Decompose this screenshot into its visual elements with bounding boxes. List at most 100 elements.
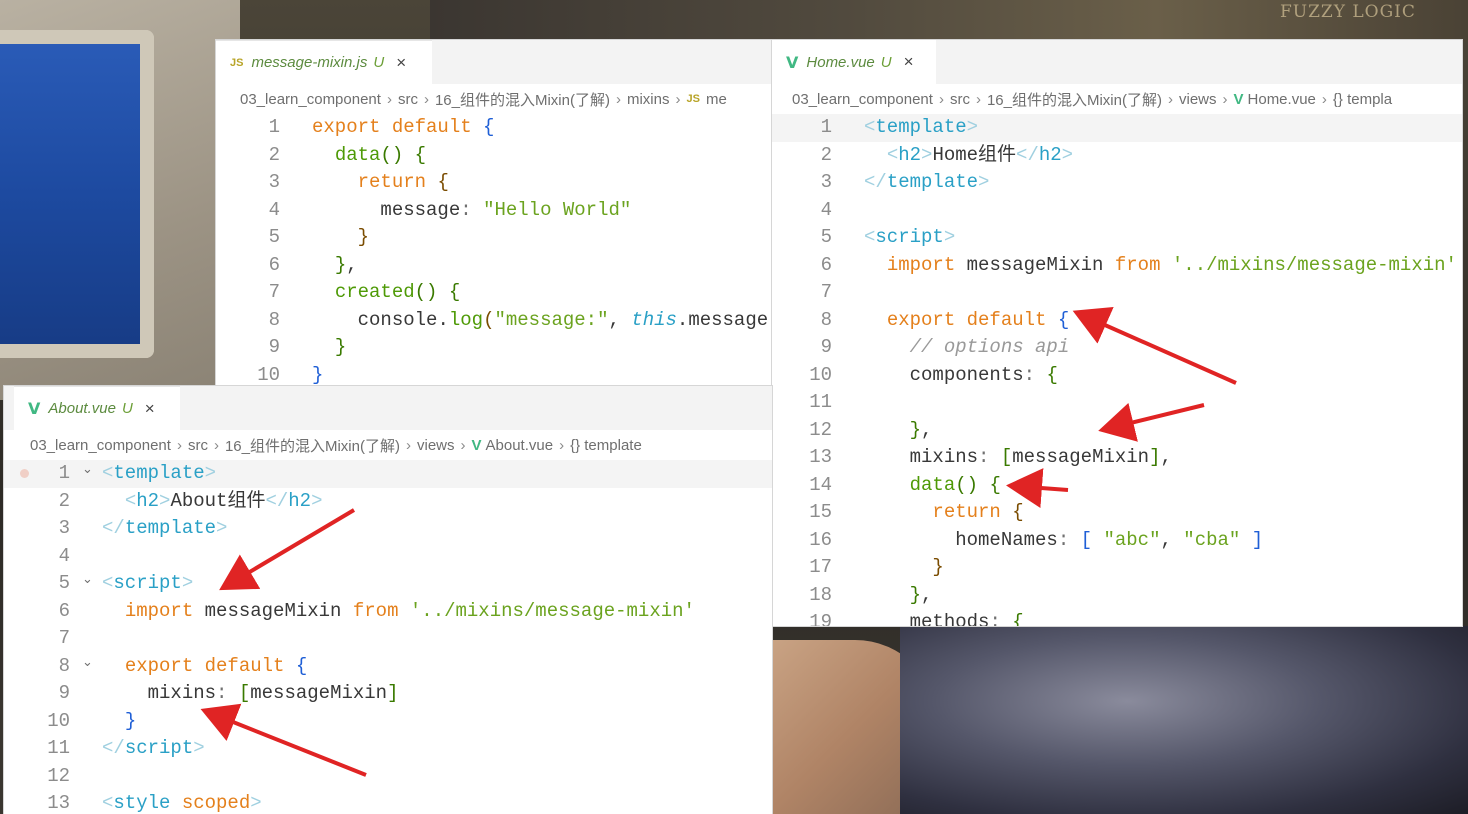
- code-text[interactable]: import messageMixin from '../mixins/mess…: [864, 252, 1457, 280]
- code-text[interactable]: mixins: [messageMixin]: [102, 680, 399, 708]
- code-text[interactable]: import messageMixin from '../mixins/mess…: [102, 598, 695, 626]
- code-text[interactable]: },: [864, 582, 933, 610]
- breadcrumb-item[interactable]: 03_learn_component: [240, 91, 381, 108]
- breadcrumb-item[interactable]: src: [950, 91, 970, 108]
- code-line[interactable]: 4: [4, 543, 772, 571]
- code-text[interactable]: mixins: [messageMixin],: [864, 444, 1172, 472]
- breadcrumb-item[interactable]: mixins: [627, 91, 670, 108]
- code-line[interactable]: 11: [772, 389, 1462, 417]
- code-line[interactable]: 3 </template>: [4, 515, 772, 543]
- code-text[interactable]: }: [312, 334, 346, 362]
- code-line[interactable]: 8 export default {: [772, 307, 1462, 335]
- tab-about-vue[interactable]: V About.vue U ×: [14, 386, 180, 430]
- code-line[interactable]: 7: [772, 279, 1462, 307]
- code-text[interactable]: }: [102, 708, 136, 736]
- code-text[interactable]: console.log("message:", this.message): [312, 307, 772, 335]
- code-text[interactable]: export default {: [102, 653, 307, 681]
- breadcrumb-item[interactable]: 03_learn_component: [792, 91, 933, 108]
- code-text[interactable]: return {: [312, 169, 449, 197]
- code-line[interactable]: 2 data() {: [216, 142, 772, 170]
- code-line[interactable]: 13 mixins: [messageMixin],: [772, 444, 1462, 472]
- code-text[interactable]: <h2>About组件</h2>: [102, 488, 323, 516]
- code-text[interactable]: return {: [864, 499, 1023, 527]
- code-editor[interactable]: 1 <template> 2 <h2>Home组件</h2> 3 </template>…: [772, 114, 1462, 626]
- code-line[interactable]: 7: [4, 625, 772, 653]
- breadcrumb-item[interactable]: me: [706, 91, 727, 108]
- tab-home-vue[interactable]: V Home.vue U ×: [772, 40, 936, 84]
- code-text[interactable]: created() {: [312, 279, 460, 307]
- code-text[interactable]: methods: {: [864, 609, 1024, 626]
- breadcrumb-item[interactable]: {} templa: [1333, 91, 1392, 108]
- code-line[interactable]: 6 },: [216, 252, 772, 280]
- code-editor[interactable]: 1 <template> 2 <h2>About组件</h2> 3 </template…: [4, 460, 772, 814]
- code-line[interactable]: 18 },: [772, 582, 1462, 610]
- code-line[interactable]: 12: [4, 763, 772, 791]
- code-text[interactable]: <script>: [102, 570, 193, 598]
- code-line[interactable]: 12 },: [772, 417, 1462, 445]
- code-line[interactable]: 5 <script>: [4, 570, 772, 598]
- code-line[interactable]: 9 mixins: [messageMixin]: [4, 680, 772, 708]
- code-line[interactable]: 10 }: [4, 708, 772, 736]
- tab-message-mixin[interactable]: JS message-mixin.js U ×: [216, 40, 432, 84]
- code-line[interactable]: 9 }: [216, 334, 772, 362]
- code-line[interactable]: 17 }: [772, 554, 1462, 582]
- close-icon[interactable]: ×: [904, 52, 914, 72]
- close-icon[interactable]: ×: [145, 399, 155, 419]
- code-text[interactable]: message: "Hello World": [312, 197, 631, 225]
- code-line[interactable]: 2 <h2>About组件</h2>: [4, 488, 772, 516]
- breadcrumb-item[interactable]: src: [188, 437, 208, 454]
- breakpoint-dot[interactable]: [20, 469, 29, 478]
- code-text[interactable]: <h2>Home组件</h2>: [864, 142, 1073, 170]
- fold-chevron-icon[interactable]: ⌄: [82, 572, 93, 587]
- code-text[interactable]: data() {: [864, 472, 1001, 500]
- code-line[interactable]: 2 <h2>Home组件</h2>: [772, 142, 1462, 170]
- breadcrumb-item[interactable]: src: [398, 91, 418, 108]
- code-line[interactable]: 10}: [216, 362, 772, 390]
- breadcrumb-item[interactable]: Home.vue: [1248, 91, 1316, 108]
- breadcrumb-item[interactable]: views: [1179, 91, 1217, 108]
- code-line[interactable]: 3 </template>: [772, 169, 1462, 197]
- code-line[interactable]: 8 console.log("message:", this.message): [216, 307, 772, 335]
- code-text[interactable]: }: [312, 224, 369, 252]
- code-text[interactable]: export default {: [864, 307, 1069, 335]
- code-text[interactable]: data() {: [312, 142, 426, 170]
- code-line[interactable]: 16 homeNames: [ "abc", "cba" ]: [772, 527, 1462, 555]
- code-text[interactable]: <template>: [864, 114, 978, 142]
- code-text[interactable]: </template>: [864, 169, 989, 197]
- breadcrumb-item[interactable]: views: [417, 437, 455, 454]
- breadcrumb-item[interactable]: 16_组件的混入Mixin(了解): [987, 89, 1162, 110]
- code-text[interactable]: },: [864, 417, 933, 445]
- code-line[interactable]: 8 export default {: [4, 653, 772, 681]
- code-text[interactable]: <script>: [864, 224, 955, 252]
- code-line[interactable]: 4: [772, 197, 1462, 225]
- code-line[interactable]: 5 <script>: [772, 224, 1462, 252]
- code-text[interactable]: }: [312, 362, 323, 390]
- code-line[interactable]: 1 export default {: [216, 114, 772, 142]
- code-line[interactable]: 1 <template>: [772, 114, 1462, 142]
- code-line[interactable]: 15 return {: [772, 499, 1462, 527]
- code-line[interactable]: 5 }: [216, 224, 772, 252]
- code-text[interactable]: // options api: [864, 334, 1070, 362]
- code-line[interactable]: 10 components: {: [772, 362, 1462, 390]
- breadcrumb-item[interactable]: 03_learn_component: [30, 437, 171, 454]
- fold-chevron-icon[interactable]: ⌄: [82, 462, 93, 477]
- code-text[interactable]: },: [312, 252, 358, 280]
- code-line[interactable]: 14 data() {: [772, 472, 1462, 500]
- code-line[interactable]: 3 return {: [216, 169, 772, 197]
- code-line[interactable]: 11 </script>: [4, 735, 772, 763]
- breadcrumb-item[interactable]: 16_组件的混入Mixin(了解): [435, 89, 610, 110]
- code-text[interactable]: </template>: [102, 515, 227, 543]
- code-text[interactable]: <template>: [102, 460, 216, 488]
- code-text[interactable]: homeNames: [ "abc", "cba" ]: [864, 527, 1263, 555]
- breadcrumb-item[interactable]: About.vue: [486, 437, 554, 454]
- code-line[interactable]: 6 import messageMixin from '../mixins/me…: [4, 598, 772, 626]
- code-editor[interactable]: 1 export default {2 data() {3 return {4 m…: [216, 114, 772, 390]
- code-line[interactable]: 7 created() {: [216, 279, 772, 307]
- code-line[interactable]: 9 // options api: [772, 334, 1462, 362]
- close-icon[interactable]: ×: [396, 53, 406, 73]
- code-line[interactable]: 4 message: "Hello World": [216, 197, 772, 225]
- code-text[interactable]: components: {: [864, 362, 1058, 390]
- code-line[interactable]: 6 import messageMixin from '../mixins/me…: [772, 252, 1462, 280]
- code-line[interactable]: 13 <style scoped>: [4, 790, 772, 814]
- code-text[interactable]: }: [864, 554, 943, 582]
